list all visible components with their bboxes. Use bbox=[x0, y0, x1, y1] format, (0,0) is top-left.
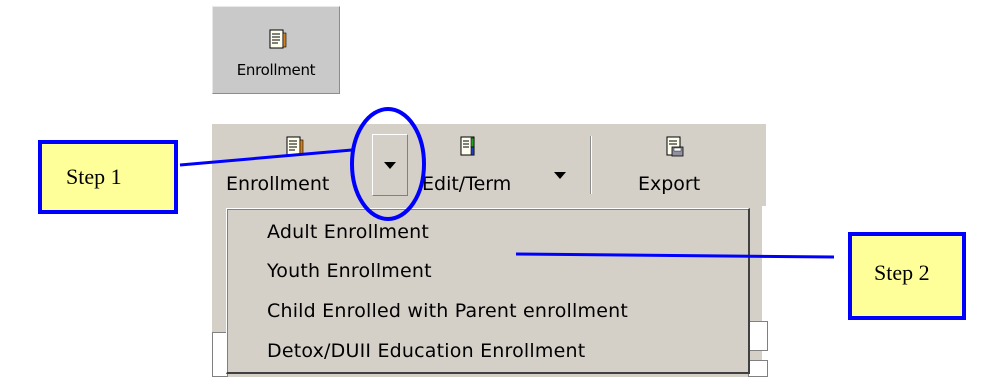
enrollment-dropdown-menu: Adult Enrollment Youth Enrollment Child … bbox=[226, 208, 750, 374]
edit-term-button[interactable]: Edit/Term bbox=[410, 124, 530, 206]
enrollment-top-button[interactable]: Enrollment bbox=[212, 6, 340, 94]
enrollment-label: Enrollment bbox=[226, 173, 330, 195]
enrollment-top-label: Enrollment bbox=[236, 61, 316, 79]
menu-item-detox-duii-education[interactable]: Detox/DUII Education Enrollment bbox=[267, 340, 585, 362]
export-button[interactable]: Export bbox=[632, 124, 732, 206]
document-export-icon bbox=[666, 136, 684, 157]
step1-callout: Step 1 bbox=[38, 140, 178, 214]
menu-item-child-enrolled-with-parent[interactable]: Child Enrolled with Parent enrollment bbox=[267, 300, 628, 322]
background-field bbox=[748, 321, 768, 351]
export-label: Export bbox=[638, 173, 701, 195]
document-pencil-icon bbox=[286, 136, 304, 156]
edit-term-label: Edit/Term bbox=[422, 173, 512, 195]
edit-term-dropdown-icon[interactable] bbox=[554, 172, 566, 179]
chevron-down-icon bbox=[384, 162, 396, 169]
toolbar: Enrollment Edit/Term Export bbox=[212, 124, 766, 206]
enrollment-button[interactable]: Enrollment bbox=[212, 124, 372, 206]
document-pencil-icon bbox=[269, 29, 287, 49]
menu-item-youth-enrollment[interactable]: Youth Enrollment bbox=[267, 260, 432, 282]
menu-item-adult-enrollment[interactable]: Adult Enrollment bbox=[267, 221, 429, 243]
background-field bbox=[748, 360, 768, 377]
step2-label: Step 2 bbox=[874, 260, 930, 285]
document-edit-icon bbox=[460, 136, 475, 156]
toolbar-separator bbox=[590, 136, 592, 194]
step2-callout: Step 2 bbox=[848, 232, 966, 320]
step1-label: Step 1 bbox=[66, 164, 122, 189]
enrollment-dropdown-button[interactable] bbox=[372, 134, 408, 196]
